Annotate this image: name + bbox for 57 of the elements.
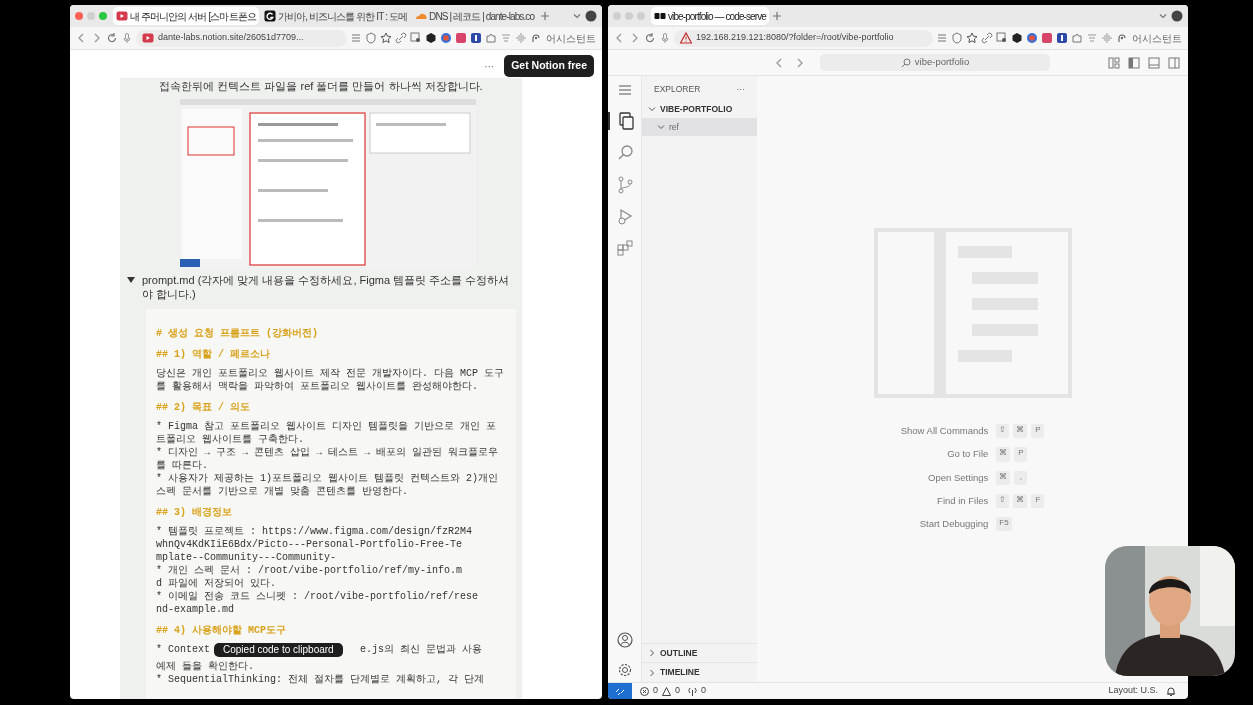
key-cap: ⌘ <box>996 470 1011 485</box>
more-button[interactable]: ··· <box>484 58 495 74</box>
more-button[interactable]: ··· <box>736 83 745 96</box>
get-notion-button[interactable]: Get Notion free <box>504 55 594 77</box>
keyboard-layout-status[interactable]: Layout: U.S. <box>1108 684 1158 698</box>
key-cap: , <box>1014 470 1028 485</box>
address-bar[interactable]: 192.168.219.121:8080/?folder=/root/vibe-portfolio <box>674 29 933 47</box>
assistant-button[interactable]: 어시스턴트 <box>530 30 596 46</box>
paragraph: 접속한뒤에 컨텍스트 파일을 ref 폴더를 만들어 하나씩 저장합니다. <box>158 79 484 94</box>
key-cap: P <box>1031 424 1045 439</box>
toggle-title: prompt.md (각자에 맞게 내용을 수정하세요, Figma 템플릿 주소를 수정하셔야 합니다.) <box>142 272 511 301</box>
code-text: * Context <box>156 642 210 656</box>
code-paragraph: 예제 들을 확인한다. <box>156 659 255 673</box>
code-paragraph: * 템플릿 프로젝트 : https://www.figma.com/design/fzR2M4 whnQv4KdKIiE6Bdx/Picto---Personal-Portfolio-Free-Te mplate--Community---Community- <box>156 524 474 564</box>
code-heading: ## 4) 사용해야할 MCP도구 <box>156 623 287 637</box>
code-paragraph: * 개인 스펙 문서 : /root/vibe-portfolio/ref/my-info.m d 파일에 저장되어 있다. <box>156 563 464 590</box>
shortcut-label[interactable]: Show All Commands <box>900 424 989 439</box>
browser-tab[interactable]: DNS | 레코드 | dante-labs.co <box>412 7 538 25</box>
key-cap: ⌘ <box>1013 493 1028 508</box>
browser-tab[interactable]: 내 주머니안의 서버 [스마트폰으 <box>113 7 259 25</box>
browser-tab[interactable]: 가비아, 비즈니스를 위한 IT : 도메 <box>260 7 411 25</box>
browser-tab[interactable]: vibe-portfolio — code-serve <box>651 7 769 25</box>
code-text: e.js의 최신 문법과 사용 <box>360 642 483 656</box>
toast-message: Copied code to clipboard <box>214 642 343 657</box>
code-heading: # 생성 요청 프롬프트 (강화버전) <box>156 326 319 340</box>
command-center-search[interactable]: vibe-portfolio <box>820 54 1050 71</box>
code-paragraph: 당신은 개인 포트폴리오 웹사이트 제작 전문 개발자이다. 다음 MCP 도구 를 활용해서 맥락을 파악하여 포트폴리오 웹사이트를 완성해야한다. <box>156 366 505 393</box>
key-cap: ⇧ <box>996 493 1010 508</box>
key-cap: F5 <box>996 517 1012 532</box>
shortcut-label[interactable]: Go to File <box>900 447 989 462</box>
code-paragraph: * 사용자가 제공하는 1)포트폴리오 웹사이트 템플릿 컨텍스트와 2)개인 스펙 문서를 기반으로 개별 맞춤 콘텐츠를 반영한다. <box>156 471 499 498</box>
shortcut-label[interactable]: Start Debugging <box>900 517 989 532</box>
key-cap: F <box>1031 493 1045 508</box>
code-heading: ## 2) 목표 / 의도 <box>156 400 251 414</box>
code-paragraph: * SequentialThinking: 전체 절차를 단계별로 계획하고, 각 단계 <box>156 672 486 686</box>
code-heading: ## 3) 배경정보 <box>156 505 233 519</box>
code-heading: ## 1) 역할 / 페르소나 <box>156 347 271 361</box>
code-paragraph: * 이메일 전송 코드 스니펫 : /root/vibe-portfolio/ref/rese nd-example.md <box>156 589 480 616</box>
key-cap: ⌘ <box>1013 424 1028 439</box>
warning-count: 0 <box>675 684 681 698</box>
shortcut-label[interactable]: Find in Files <box>900 493 989 508</box>
code-paragraph: * 디자인 → 구조 → 콘텐츠 삽입 → 테스트 → 배포의 일관된 워크플로우 를 따른다. <box>156 445 500 472</box>
code-paragraph: * Figma 참고 포트폴리오 웹사이트 디자인 템플릿을 기반으로 개인 포 트폴리오 웹사이트를 구축한다. <box>156 419 497 446</box>
assistant-button[interactable]: 어시스턴트 <box>1116 30 1182 46</box>
folder-item[interactable]: ref <box>642 117 757 137</box>
error-count: 0 <box>653 684 658 698</box>
ports-status[interactable]: 0 <box>688 684 707 698</box>
sidebar-title: EXPLORER <box>654 83 701 96</box>
key-cap: ⇧ <box>996 424 1010 439</box>
key-cap: P <box>1014 447 1028 462</box>
section-header[interactable]: OUTLINE <box>642 642 757 663</box>
key-cap: ⌘ <box>996 447 1011 462</box>
folder-item[interactable]: VIBE-PORTFOLIO <box>642 100 757 118</box>
section-header[interactable]: TIMELINE <box>642 662 757 682</box>
address-bar[interactable]: dante-labs.notion.site/26051d7709... <box>136 29 347 47</box>
shortcut-label[interactable]: Open Settings <box>900 470 989 485</box>
problems-status[interactable]: 0 0 <box>640 684 681 698</box>
